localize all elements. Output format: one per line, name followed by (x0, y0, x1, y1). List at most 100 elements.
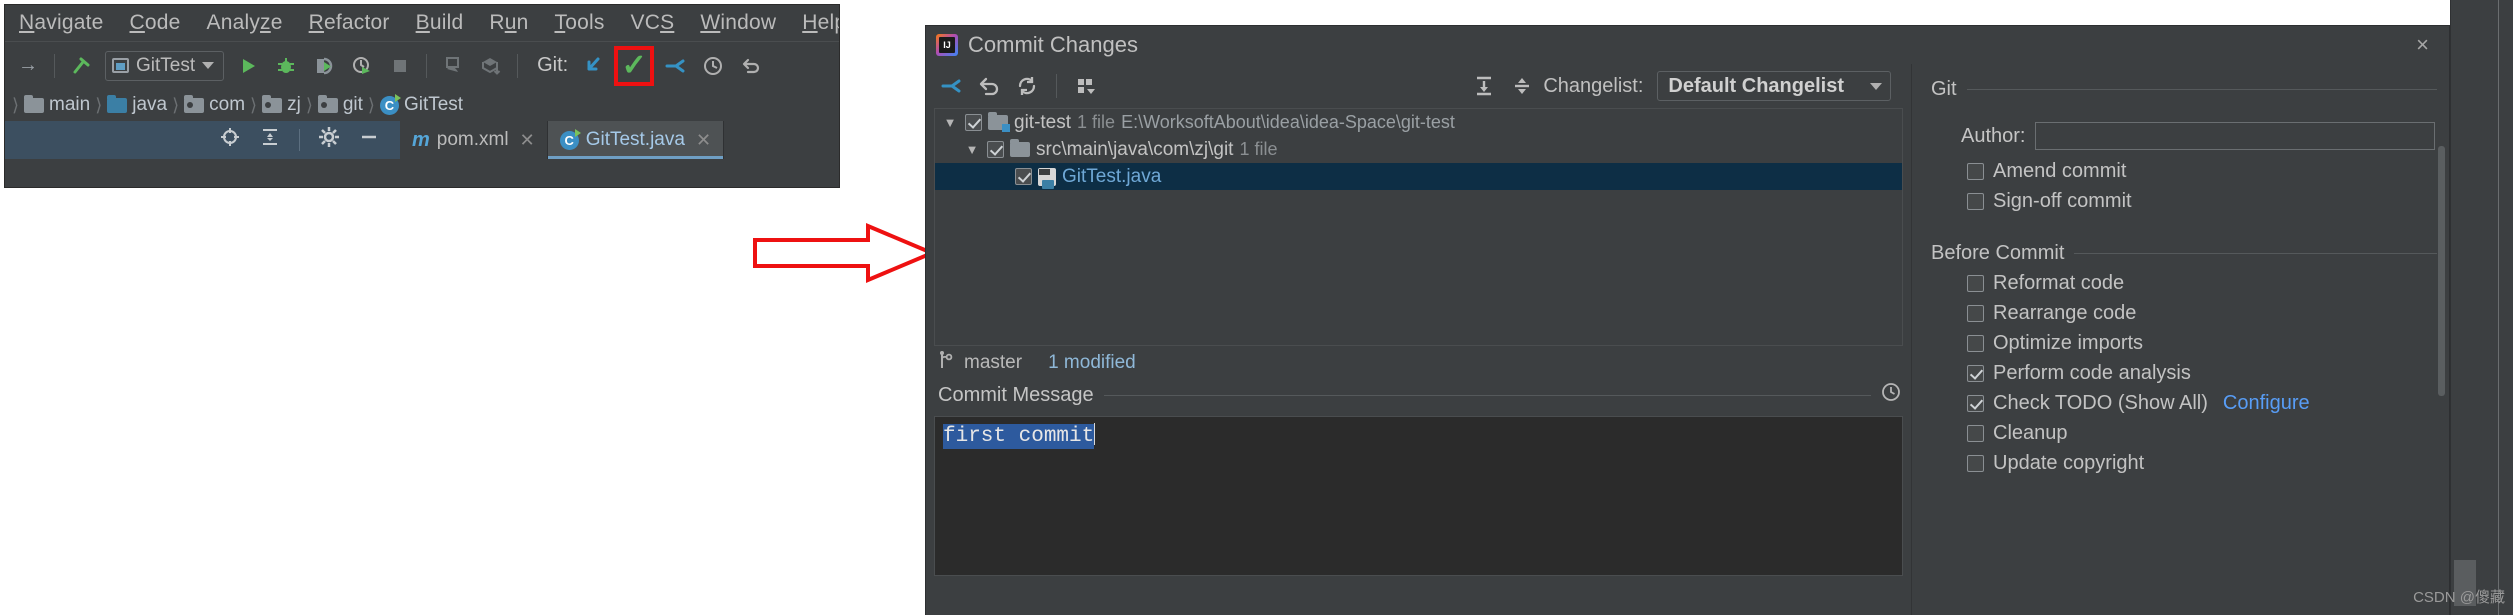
dialog-scrollbar[interactable] (2438, 146, 2445, 396)
checkbox-perform-code-analysis[interactable]: Perform code analysis (1931, 358, 2449, 388)
commit-changes-dialog: Commit Changes × (925, 25, 2450, 615)
run-icon[interactable] (229, 47, 267, 85)
menu-item-analyze[interactable]: Analyze (207, 11, 283, 35)
menu-item-build[interactable]: Build (416, 11, 464, 35)
stop-icon[interactable] (381, 47, 419, 85)
menu-item-refactor[interactable]: Refactor (309, 11, 390, 35)
expand-toggle-icon[interactable]: ▼ (941, 115, 959, 130)
checkbox-cleanup[interactable]: Cleanup (1931, 418, 2449, 448)
menu-item-navigate[interactable]: Navigate (19, 11, 104, 35)
breadcrumb-label: com (209, 94, 246, 115)
author-input[interactable] (2035, 122, 2435, 150)
checkbox-box[interactable] (1967, 304, 1984, 322)
breadcrumb-label: GitTest (403, 94, 464, 115)
checkbox-update-copyright[interactable]: Update copyright (1931, 448, 2449, 478)
checkbox-amend-commit[interactable]: Amend commit (1931, 156, 2449, 186)
breadcrumb-item-main[interactable]: main (24, 94, 90, 116)
close-icon[interactable]: ✕ (520, 130, 535, 151)
checkbox-reformat-code[interactable]: Reformat code (1931, 268, 2449, 298)
build-hammer-icon[interactable] (62, 47, 100, 85)
profile-icon[interactable] (343, 47, 381, 85)
checkbox-box[interactable] (1967, 192, 1984, 210)
checkbox-sign-off-commit[interactable]: Sign-off commit (1931, 186, 2449, 216)
tree-row[interactable]: ▼ git-test 1 file E:\WorksoftAbout\idea\… (935, 109, 1902, 136)
collapse-all-icon[interactable] (259, 126, 281, 154)
tree-row-name: git-test (1014, 111, 1072, 133)
download-icon[interactable] (472, 47, 510, 85)
group-separator-line (2074, 252, 2437, 254)
rollback-icon[interactable] (732, 47, 770, 85)
branch-name: master (964, 352, 1023, 373)
changes-tree[interactable]: ▼ git-test 1 file E:\WorksoftAbout\idea\… (934, 108, 1903, 346)
expand-all-icon[interactable] (1467, 69, 1501, 103)
update-project-icon[interactable] (574, 47, 612, 85)
source-folder-icon (107, 94, 128, 113)
gear-icon[interactable] (318, 126, 340, 154)
toolbar-divider-3 (517, 53, 519, 78)
revert-icon[interactable] (972, 69, 1006, 103)
locate-icon[interactable] (219, 126, 241, 154)
configure-link[interactable]: Configure (2223, 392, 2310, 415)
menu-item-window[interactable]: Window (700, 11, 776, 35)
forward-arrow-icon[interactable]: → (9, 47, 47, 85)
tree-row-checkbox[interactable] (965, 114, 982, 131)
refresh-icon[interactable] (1010, 69, 1044, 103)
commit-options-pane: Git Author: Amend commit Sign-off commit (1917, 64, 2449, 615)
menu-item-run[interactable]: Run (489, 11, 528, 35)
run-configuration-selector[interactable]: GitTest (105, 50, 225, 81)
commit-changes-icon[interactable]: ✓ (622, 50, 647, 81)
menu-item-vcs[interactable]: VCS (631, 11, 675, 35)
checkbox-box[interactable] (1967, 274, 1984, 292)
tree-row-name: src\main\java\com\zj\git (1036, 138, 1234, 160)
intellij-logo-icon (936, 34, 958, 56)
hide-icon[interactable] (358, 126, 380, 154)
branch-status-bar: master 1 modified (926, 346, 1911, 380)
dialog-body: Changelist: Default Changelist ▼ git-tes… (926, 64, 2449, 615)
tree-row-path: E:\WorksoftAbout\idea\idea-Space\git-tes… (1121, 112, 1455, 132)
sync-icon[interactable] (434, 47, 472, 85)
close-icon[interactable]: ✕ (696, 130, 711, 151)
checkbox-label: Update copyright (1993, 451, 2145, 474)
editor-tab-pom[interactable]: m pom.xml ✕ (400, 121, 548, 159)
package-folder-icon (262, 94, 283, 113)
tree-row-checkbox[interactable] (987, 141, 1004, 158)
menu-item-tools[interactable]: Tools (555, 11, 605, 35)
collapse-all-icon[interactable] (1505, 69, 1539, 103)
checkbox-check-todo[interactable]: Check TODO (Show All) Configure (1931, 388, 2449, 418)
commit-message-input[interactable]: first commit (934, 416, 1903, 576)
debug-icon[interactable] (267, 47, 305, 85)
package-folder-icon (317, 94, 338, 113)
breadcrumb-item-gittest[interactable]: C GitTest (379, 93, 464, 116)
menu-item-code[interactable]: Code (130, 11, 181, 35)
menu-item-help[interactable]: Help (802, 11, 839, 35)
editor-tab-gittest[interactable]: C GitTest.java ✕ (547, 121, 725, 159)
push-icon[interactable] (656, 47, 694, 85)
close-icon[interactable]: × (2406, 32, 2439, 58)
tree-row[interactable]: ▼ src\main\java\com\zj\git 1 file (935, 136, 1902, 163)
tree-row[interactable]: GitTest.java (935, 163, 1902, 190)
breadcrumb-label: zj (287, 94, 301, 115)
tree-row-checkbox[interactable] (1015, 168, 1032, 185)
checkbox-box[interactable] (1967, 424, 1984, 442)
run-coverage-icon[interactable] (305, 47, 343, 85)
breadcrumb-item-git[interactable]: git (317, 94, 363, 116)
clock-icon[interactable] (1881, 382, 1901, 408)
breadcrumb-item-zj[interactable]: zj (262, 94, 301, 116)
git-toolbar-label: Git: (537, 54, 569, 76)
checkbox-optimize-imports[interactable]: Optimize imports (1931, 328, 2449, 358)
breadcrumb-item-java[interactable]: java (107, 94, 167, 116)
main-toolbar: → GitTest Git: ✓ (5, 41, 839, 89)
show-diff-icon[interactable] (934, 69, 968, 103)
checkbox-box[interactable] (1967, 364, 1984, 382)
changelist-select[interactable]: Default Changelist (1657, 71, 1891, 101)
java-class-icon: C (559, 128, 581, 150)
checkbox-rearrange-code[interactable]: Rearrange code (1931, 298, 2449, 328)
checkbox-box[interactable] (1967, 162, 1984, 180)
group-by-icon[interactable] (1069, 69, 1103, 103)
checkbox-box[interactable] (1967, 394, 1984, 412)
history-icon[interactable] (694, 47, 732, 85)
expand-toggle-icon[interactable]: ▼ (963, 142, 981, 157)
breadcrumb-item-com[interactable]: com (184, 94, 245, 116)
checkbox-box[interactable] (1967, 454, 1984, 472)
checkbox-box[interactable] (1967, 334, 1984, 352)
